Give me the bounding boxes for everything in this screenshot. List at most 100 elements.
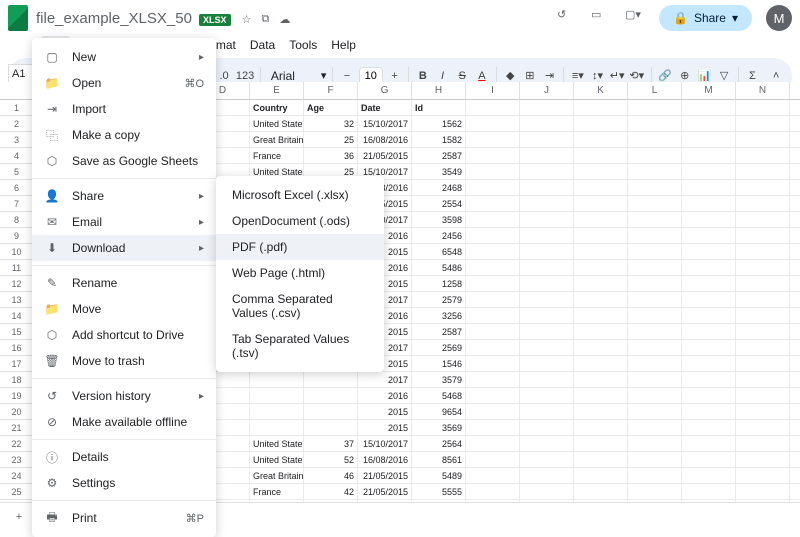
- menu-trash[interactable]: 🗑Move to trash: [32, 348, 216, 374]
- cell[interactable]: [682, 260, 736, 276]
- menu-shortcut[interactable]: ⬡Add shortcut to Drive: [32, 322, 216, 348]
- cell[interactable]: 32: [304, 116, 358, 132]
- cell[interactable]: [628, 484, 682, 500]
- cell[interactable]: [520, 212, 574, 228]
- cell[interactable]: [520, 468, 574, 484]
- download-option[interactable]: PDF (.pdf): [216, 234, 384, 260]
- row-header[interactable]: 3: [0, 132, 34, 148]
- cell[interactable]: [790, 132, 800, 148]
- cell[interactable]: [466, 388, 520, 404]
- cell[interactable]: [790, 260, 800, 276]
- download-option[interactable]: Tab Separated Values (.tsv): [216, 326, 384, 366]
- cell[interactable]: 2015: [358, 420, 412, 436]
- cell[interactable]: [574, 372, 628, 388]
- cell[interactable]: [790, 452, 800, 468]
- download-option[interactable]: OpenDocument (.ods): [216, 208, 384, 234]
- share-button[interactable]: 🔒 Share ▾: [659, 5, 752, 31]
- cell[interactable]: 2554: [412, 196, 466, 212]
- row-header[interactable]: 7: [0, 196, 34, 212]
- cell[interactable]: [790, 164, 800, 180]
- cloud-icon[interactable]: ☁: [279, 13, 290, 26]
- menu-email[interactable]: ✉Email▸: [32, 209, 216, 235]
- cell[interactable]: [682, 324, 736, 340]
- menu-help[interactable]: Help: [325, 36, 362, 56]
- cell[interactable]: [520, 148, 574, 164]
- cell[interactable]: [790, 116, 800, 132]
- cell[interactable]: Great Britain: [250, 468, 304, 484]
- row-header[interactable]: 15: [0, 324, 34, 340]
- cell[interactable]: [790, 484, 800, 500]
- cell[interactable]: 1562: [412, 116, 466, 132]
- cell[interactable]: [466, 308, 520, 324]
- move-icon[interactable]: ⧉: [261, 13, 269, 26]
- cell[interactable]: [682, 436, 736, 452]
- cell[interactable]: [466, 148, 520, 164]
- cell[interactable]: [520, 228, 574, 244]
- cell[interactable]: [628, 308, 682, 324]
- menu-make-copy[interactable]: ⿻Make a copy: [32, 122, 216, 148]
- cell[interactable]: [628, 244, 682, 260]
- cell[interactable]: [250, 372, 304, 388]
- cell[interactable]: [628, 100, 682, 116]
- cell[interactable]: [736, 468, 790, 484]
- menu-import[interactable]: ⇥Import: [32, 96, 216, 122]
- download-option[interactable]: Microsoft Excel (.xlsx): [216, 182, 384, 208]
- cell[interactable]: [790, 276, 800, 292]
- cell[interactable]: [250, 388, 304, 404]
- row-header[interactable]: 21: [0, 420, 34, 436]
- cell[interactable]: [466, 116, 520, 132]
- cell[interactable]: 6548: [412, 244, 466, 260]
- col-header[interactable]: M: [682, 82, 736, 100]
- cell[interactable]: [466, 100, 520, 116]
- cell[interactable]: [682, 340, 736, 356]
- cell[interactable]: [466, 340, 520, 356]
- row-header[interactable]: 16: [0, 340, 34, 356]
- cell[interactable]: United States: [250, 116, 304, 132]
- star-icon[interactable]: ☆: [242, 13, 252, 26]
- cell[interactable]: 5486: [412, 260, 466, 276]
- cell[interactable]: [574, 164, 628, 180]
- cell[interactable]: 8561: [412, 452, 466, 468]
- cell[interactable]: [574, 244, 628, 260]
- cell[interactable]: [466, 468, 520, 484]
- cell[interactable]: [466, 260, 520, 276]
- cell[interactable]: [682, 196, 736, 212]
- row-header[interactable]: 14: [0, 308, 34, 324]
- cell[interactable]: [520, 452, 574, 468]
- menu-share[interactable]: 👤Share▸: [32, 183, 216, 209]
- cell[interactable]: [304, 372, 358, 388]
- cell[interactable]: [790, 404, 800, 420]
- cell[interactable]: 2017: [358, 372, 412, 388]
- cell[interactable]: 21/05/2015: [358, 484, 412, 500]
- cell[interactable]: [520, 244, 574, 260]
- col-header[interactable]: K: [574, 82, 628, 100]
- cell[interactable]: [574, 196, 628, 212]
- menu-save-as[interactable]: ⬡Save as Google Sheets: [32, 148, 216, 174]
- cell[interactable]: Great Britain: [250, 132, 304, 148]
- cell[interactable]: [520, 276, 574, 292]
- cell[interactable]: 5489: [412, 468, 466, 484]
- cell[interactable]: [736, 276, 790, 292]
- cell[interactable]: 5555: [412, 484, 466, 500]
- cell[interactable]: [682, 244, 736, 260]
- history-icon[interactable]: ↺: [557, 8, 577, 28]
- cell[interactable]: 36: [304, 148, 358, 164]
- cell[interactable]: France: [250, 484, 304, 500]
- cell[interactable]: [628, 260, 682, 276]
- cell[interactable]: Country: [250, 100, 304, 116]
- meet-icon[interactable]: ▢▾: [625, 8, 645, 28]
- cell[interactable]: 2468: [412, 180, 466, 196]
- cell[interactable]: [520, 132, 574, 148]
- cell[interactable]: [682, 132, 736, 148]
- cell[interactable]: [736, 452, 790, 468]
- cell[interactable]: [628, 164, 682, 180]
- cell[interactable]: [628, 468, 682, 484]
- cell[interactable]: 3598: [412, 212, 466, 228]
- row-header[interactable]: 12: [0, 276, 34, 292]
- avatar[interactable]: M: [766, 5, 792, 31]
- cell[interactable]: [466, 228, 520, 244]
- cell[interactable]: [466, 164, 520, 180]
- cell[interactable]: [682, 372, 736, 388]
- menu-settings[interactable]: ⚙Settings: [32, 470, 216, 496]
- cell[interactable]: [790, 436, 800, 452]
